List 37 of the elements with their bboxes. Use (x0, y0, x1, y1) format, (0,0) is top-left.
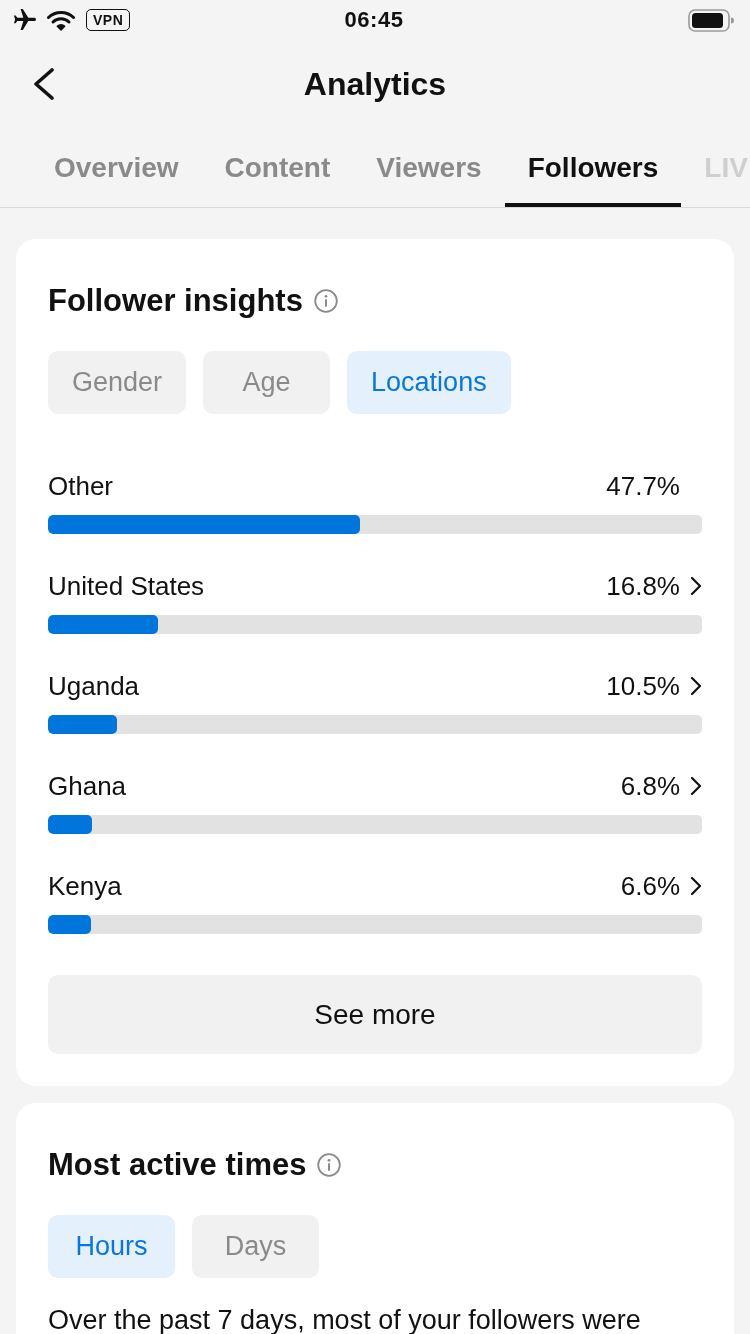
back-button[interactable] (33, 68, 55, 100)
battery-icon (688, 8, 734, 32)
filter-chip[interactable]: Days (192, 1215, 319, 1278)
location-share: 47.7% (606, 470, 680, 502)
location-share: 6.8% (620, 770, 680, 802)
section-title: Most active times (48, 1146, 307, 1184)
filter-chip[interactable]: Gender (48, 351, 187, 414)
filter-chip[interactable]: Age (203, 351, 331, 414)
tab[interactable]: Followers (504, 128, 682, 207)
filter-chip[interactable]: Locations (347, 351, 511, 414)
chevron-right-icon[interactable] (690, 576, 702, 596)
section-title: Follower insights (48, 282, 303, 320)
chevron-right-icon[interactable] (690, 776, 702, 796)
airplane-icon (14, 9, 36, 31)
tab[interactable]: Viewers (353, 128, 505, 207)
page-title: Analytics (303, 65, 447, 103)
location-name: Uganda (48, 670, 140, 702)
filter-chip[interactable]: Hours (48, 1215, 175, 1278)
tab[interactable]: Overview (31, 128, 202, 207)
chevron-right-icon[interactable] (690, 876, 702, 896)
tab[interactable]: Content (201, 128, 354, 207)
chevron-right-icon[interactable] (690, 676, 702, 696)
info-icon[interactable] (313, 289, 338, 313)
location-share: 16.8% (606, 570, 680, 602)
location-name: Ghana (48, 770, 127, 802)
status-time: 06:45 (344, 7, 404, 33)
wifi-icon (47, 9, 75, 31)
summary-text: Over the past 7 days, most of your followers were (48, 1305, 642, 1334)
location-name: United States (48, 570, 205, 602)
location-name: Kenya (48, 870, 122, 902)
info-icon[interactable] (317, 1153, 342, 1177)
location-share: 10.5% (606, 670, 680, 702)
location-share: 6.6% (620, 870, 680, 902)
see-more-button[interactable]: See more (48, 975, 702, 1054)
vpn-indicator: VPN (86, 9, 131, 31)
location-name: Other (48, 470, 114, 502)
chevron-left-icon (33, 68, 55, 100)
